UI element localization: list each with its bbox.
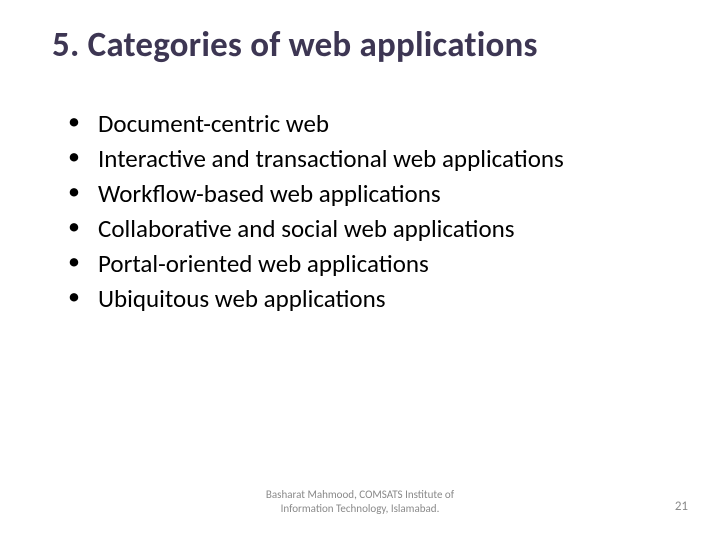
slide-content: Document-centric web Interactive and tra…	[0, 66, 720, 316]
slide-footer: Basharat Mahmood, COMSATS Institute of I…	[0, 488, 720, 520]
list-item: Workflow-based web applications	[68, 176, 680, 211]
list-item: Portal-oriented web applications	[68, 246, 680, 281]
list-item: Collaborative and social web application…	[68, 211, 680, 246]
slide-title: 5. Categories of web applications	[0, 0, 720, 66]
page-number: 21	[675, 499, 688, 514]
footer-line: Information Technology, Islamabad.	[235, 502, 485, 516]
bullet-list: Document-centric web Interactive and tra…	[68, 106, 680, 316]
footer-attribution: Basharat Mahmood, COMSATS Institute of I…	[235, 488, 485, 517]
footer-line: Basharat Mahmood, COMSATS Institute of	[235, 488, 485, 502]
list-item: Ubiquitous web applications	[68, 281, 680, 316]
list-item: Interactive and transactional web applic…	[68, 141, 680, 176]
list-item: Document-centric web	[68, 106, 680, 141]
